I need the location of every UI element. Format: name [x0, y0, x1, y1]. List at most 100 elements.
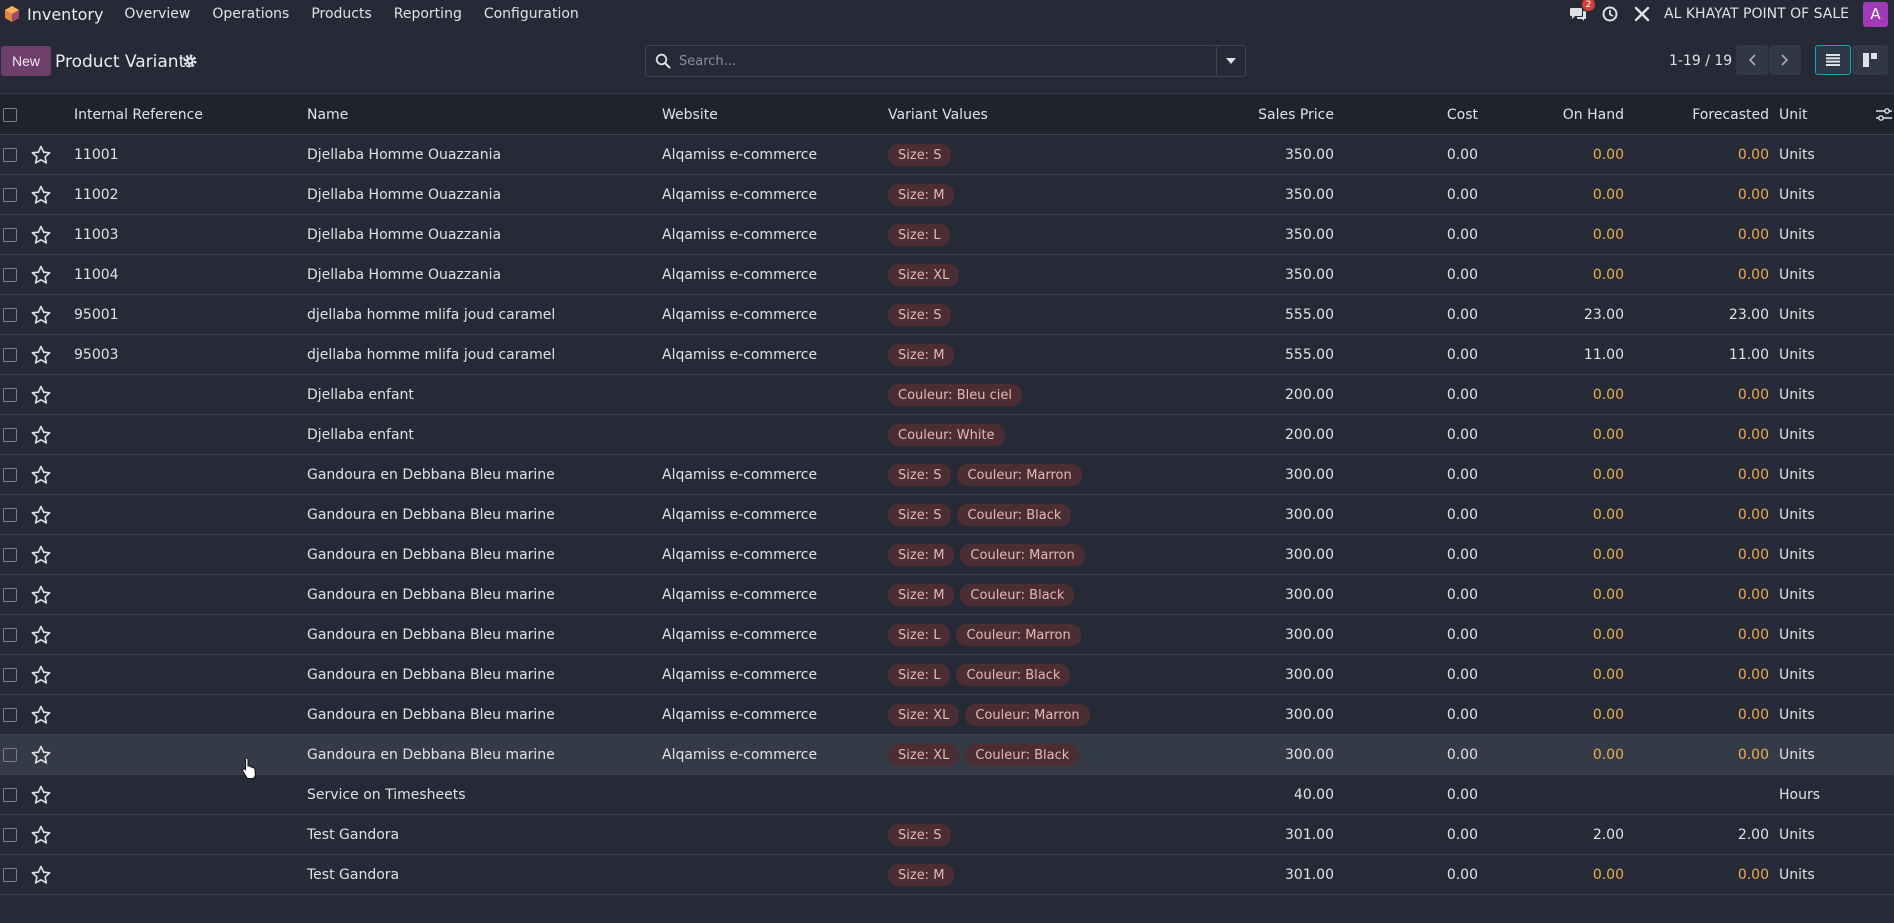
column-name[interactable]: Name [307, 107, 348, 123]
column-variant-values[interactable]: Variant Values [888, 107, 988, 123]
new-button[interactable]: New [1, 46, 51, 76]
star-icon[interactable] [31, 705, 51, 725]
column-unit[interactable]: Unit [1779, 107, 1808, 123]
variant-value-tag: Couleur: Marron [965, 704, 1090, 726]
star-icon[interactable] [31, 745, 51, 765]
star-icon[interactable] [31, 625, 51, 645]
star-icon[interactable] [31, 585, 51, 605]
row-checkbox[interactable] [3, 148, 17, 162]
row-checkbox[interactable] [3, 628, 17, 642]
star-icon[interactable] [31, 305, 51, 325]
table-row[interactable]: 11003 Djellaba Homme Ouazzania Alqamiss e-… [0, 215, 1894, 255]
table-row[interactable]: Service on Timesheets 40.00 0.00 Hours [0, 775, 1894, 815]
cell-name: Gandoura en Debbana Bleu marine [307, 587, 555, 603]
table-row[interactable]: Djellaba enfant Couleur: White 200.00 0.00 0… [0, 415, 1894, 455]
column-internal-reference[interactable]: Internal Reference [74, 107, 203, 123]
app-name[interactable]: Inventory [27, 5, 103, 24]
menu-operations[interactable]: Operations [212, 6, 289, 22]
row-checkbox[interactable] [3, 188, 17, 202]
column-website[interactable]: Website [662, 107, 718, 123]
table-row[interactable]: Gandoura en Debbana Bleu marine Alqamiss … [0, 535, 1894, 575]
table-row[interactable]: Test Gandora Size: S 301.00 0.00 2.00 2.00 Uni… [0, 815, 1894, 855]
menu-configuration[interactable]: Configuration [484, 6, 579, 22]
variant-value-tag: Size: S [888, 504, 952, 526]
cell-name: Gandoura en Debbana Bleu marine [307, 707, 555, 723]
row-checkbox[interactable] [3, 868, 17, 882]
star-icon[interactable] [31, 505, 51, 525]
row-checkbox[interactable] [3, 508, 17, 522]
table-row[interactable]: 11004 Djellaba Homme Ouazzania Alqamiss e-… [0, 255, 1894, 295]
cell-name: Gandoura en Debbana Bleu marine [307, 507, 555, 523]
table-row[interactable]: Gandoura en Debbana Bleu marine Alqamiss … [0, 735, 1894, 775]
row-checkbox[interactable] [3, 468, 17, 482]
navbar-systray: 2 AL KHAYAT POINT OF SALE A [1568, 0, 1894, 28]
menu-overview[interactable]: Overview [124, 6, 190, 22]
search-input[interactable] [679, 53, 1199, 69]
star-icon[interactable] [31, 785, 51, 805]
star-icon[interactable] [31, 545, 51, 565]
inventory-logo-icon[interactable] [5, 6, 19, 22]
table-row[interactable]: Gandoura en Debbana Bleu marine Alqamiss … [0, 655, 1894, 695]
pager-next-button[interactable] [1769, 45, 1801, 75]
row-checkbox[interactable] [3, 308, 17, 322]
cell-cost: 0.00 [1446, 707, 1478, 723]
search-options-toggle[interactable] [1216, 45, 1246, 77]
table-row[interactable]: Gandoura en Debbana Bleu marine Alqamiss … [0, 495, 1894, 535]
row-checkbox[interactable] [3, 228, 17, 242]
table-row[interactable]: Gandoura en Debbana Bleu marine Alqamiss … [0, 455, 1894, 495]
row-checkbox[interactable] [3, 428, 17, 442]
row-checkbox[interactable] [3, 268, 17, 282]
star-icon[interactable] [31, 265, 51, 285]
table-row[interactable]: 11001 Djellaba Homme Ouazzania Alqamiss e-… [0, 135, 1894, 175]
column-on-hand[interactable]: On Hand [1563, 107, 1624, 123]
star-icon[interactable] [31, 145, 51, 165]
kanban-view-button[interactable] [1852, 45, 1888, 75]
row-checkbox[interactable] [3, 668, 17, 682]
row-checkbox[interactable] [3, 548, 17, 562]
row-checkbox[interactable] [3, 828, 17, 842]
star-icon[interactable] [31, 385, 51, 405]
user-avatar[interactable]: A [1863, 1, 1888, 27]
cell-internal-reference: 11004 [74, 267, 119, 283]
table-row[interactable]: 95003 djellaba homme mlifa joud caramel Al… [0, 335, 1894, 375]
gear-icon[interactable] [182, 53, 198, 69]
column-cost[interactable]: Cost [1447, 107, 1478, 123]
row-checkbox[interactable] [3, 788, 17, 802]
row-checkbox[interactable] [3, 588, 17, 602]
column-forecasted[interactable]: Forecasted [1692, 107, 1769, 123]
table-row[interactable]: Gandoura en Debbana Bleu marine Alqamiss … [0, 615, 1894, 655]
variant-value-tag: Size: S [888, 304, 952, 326]
debug-tools-button[interactable] [1632, 4, 1652, 24]
activities-button[interactable] [1600, 4, 1620, 24]
star-icon[interactable] [31, 345, 51, 365]
pager-value[interactable]: 1-19 / 19 [1669, 53, 1732, 69]
star-icon[interactable] [31, 185, 51, 205]
row-checkbox[interactable] [3, 748, 17, 762]
list-view-button[interactable] [1815, 45, 1851, 75]
menu-reporting[interactable]: Reporting [394, 6, 462, 22]
messages-button[interactable]: 2 [1568, 0, 1596, 24]
star-icon[interactable] [31, 225, 51, 245]
select-all-checkbox[interactable] [3, 108, 17, 122]
star-icon[interactable] [31, 825, 51, 845]
table-row[interactable]: Gandoura en Debbana Bleu marine Alqamiss … [0, 575, 1894, 615]
optional-columns-icon[interactable] [1876, 108, 1892, 122]
row-checkbox[interactable] [3, 708, 17, 722]
table-row[interactable]: Gandoura en Debbana Bleu marine Alqamiss … [0, 695, 1894, 735]
table-row[interactable]: Djellaba enfant Couleur: Bleu ciel 200.00 0… [0, 375, 1894, 415]
pager-previous-button[interactable] [1736, 45, 1768, 75]
table-row[interactable]: 11002 Djellaba Homme Ouazzania Alqamiss e-… [0, 175, 1894, 215]
star-icon[interactable] [31, 425, 51, 445]
row-checkbox[interactable] [3, 348, 17, 362]
table-row[interactable]: Test Gandora Size: M 301.00 0.00 0.00 0.00 Uni… [0, 855, 1894, 895]
star-icon[interactable] [31, 865, 51, 885]
row-checkbox[interactable] [3, 388, 17, 402]
column-sales-price[interactable]: Sales Price [1258, 107, 1334, 123]
table-row[interactable]: 95001 djellaba homme mlifa joud caramel Al… [0, 295, 1894, 335]
star-icon[interactable] [31, 465, 51, 485]
company-switcher[interactable]: AL KHAYAT POINT OF SALE [1664, 6, 1849, 22]
menu-products[interactable]: Products [311, 6, 371, 22]
variant-value-tag: Size: XL [888, 744, 960, 766]
star-icon[interactable] [31, 665, 51, 685]
variant-value-tag: Couleur: Black [956, 664, 1071, 686]
